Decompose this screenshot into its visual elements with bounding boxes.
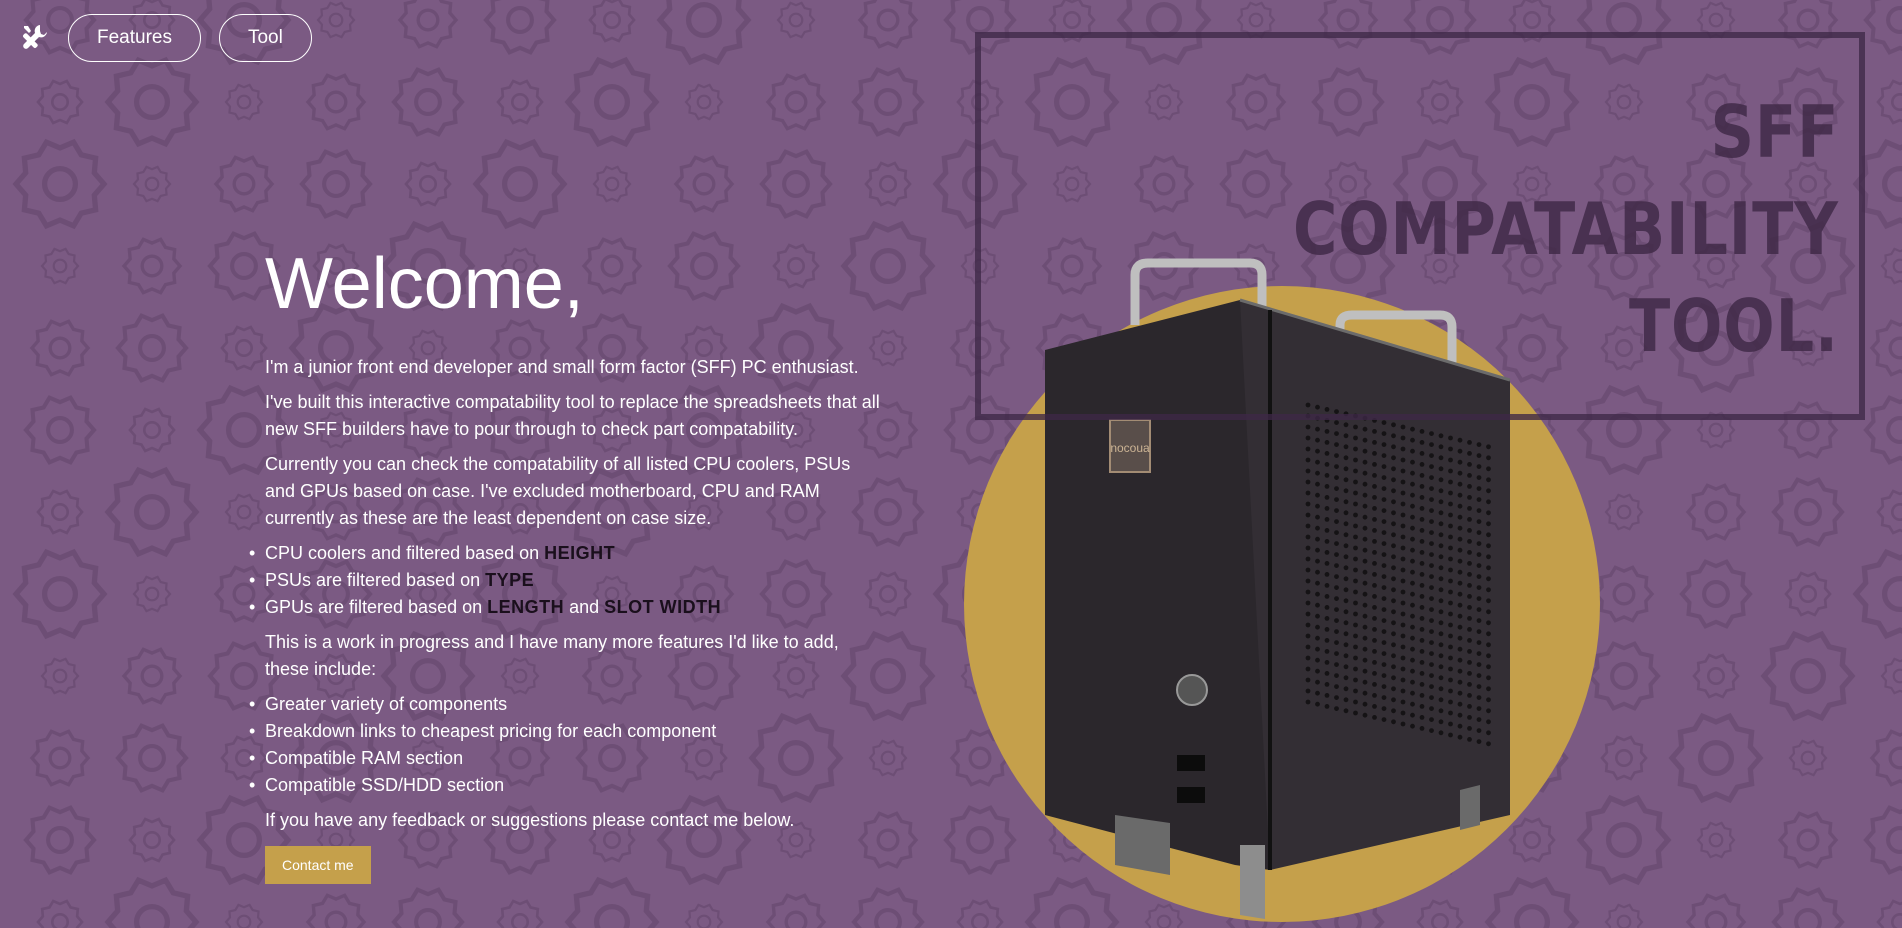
nav-features-button[interactable]: Features [68, 14, 201, 62]
roadmap-paragraph: This is a work in progress and I have ma… [265, 632, 839, 679]
filter-keyword: SLOT WIDTH [604, 597, 722, 617]
list-item: CPU coolers and filtered based on HEIGHT [249, 540, 885, 567]
filter-keyword: LENGTH [487, 597, 565, 617]
feedback-paragraph: If you have any feedback or suggestions … [265, 810, 795, 830]
list-item: Compatible SSD/HDD section [249, 772, 885, 799]
filter-keyword: HEIGHT [544, 543, 616, 563]
hero-title-line-1: SFF [1710, 90, 1839, 174]
hero-title-box: SFF COMPATABILITY TOOL. [975, 32, 1865, 420]
list-item: Greater variety of components [249, 691, 885, 718]
filter-text: GPUs are filtered based on [265, 597, 488, 617]
tools-icon[interactable] [18, 22, 50, 54]
filter-text: and [564, 597, 605, 617]
list-item: Breakdown links to cheapest pricing for … [249, 718, 885, 745]
intro-section: Welcome, I'm a junior front end develope… [249, 244, 885, 884]
filter-text: PSUs are filtered based on [265, 570, 486, 590]
navbar: Features Tool [18, 14, 312, 62]
purpose-paragraph: I've built this interactive compatabilit… [265, 392, 880, 439]
planned-features-list: Greater variety of components Breakdown … [249, 691, 885, 799]
contact-button[interactable]: Contact me [265, 846, 371, 884]
intro-paragraph: I'm a junior front end developer and sma… [265, 357, 859, 377]
case-logo: nocoua [1110, 441, 1150, 455]
filter-keyword: TYPE [485, 570, 535, 590]
list-item: PSUs are filtered based on TYPE [249, 567, 885, 594]
nav-tool-button[interactable]: Tool [218, 14, 312, 62]
features-paragraph: Currently you can check the compatabilit… [265, 454, 851, 528]
filter-list: CPU coolers and filtered based on HEIGHT… [249, 540, 885, 621]
hero-title-line-3: TOOL. [1629, 284, 1839, 368]
welcome-heading: Welcome, [265, 244, 584, 324]
hero-title-line-2: COMPATABILITY [1293, 187, 1839, 271]
list-item: Compatible RAM section [249, 745, 885, 772]
list-item: GPUs are filtered based on LENGTH and SL… [249, 594, 885, 621]
filter-text: CPU coolers and filtered based on [265, 543, 545, 563]
